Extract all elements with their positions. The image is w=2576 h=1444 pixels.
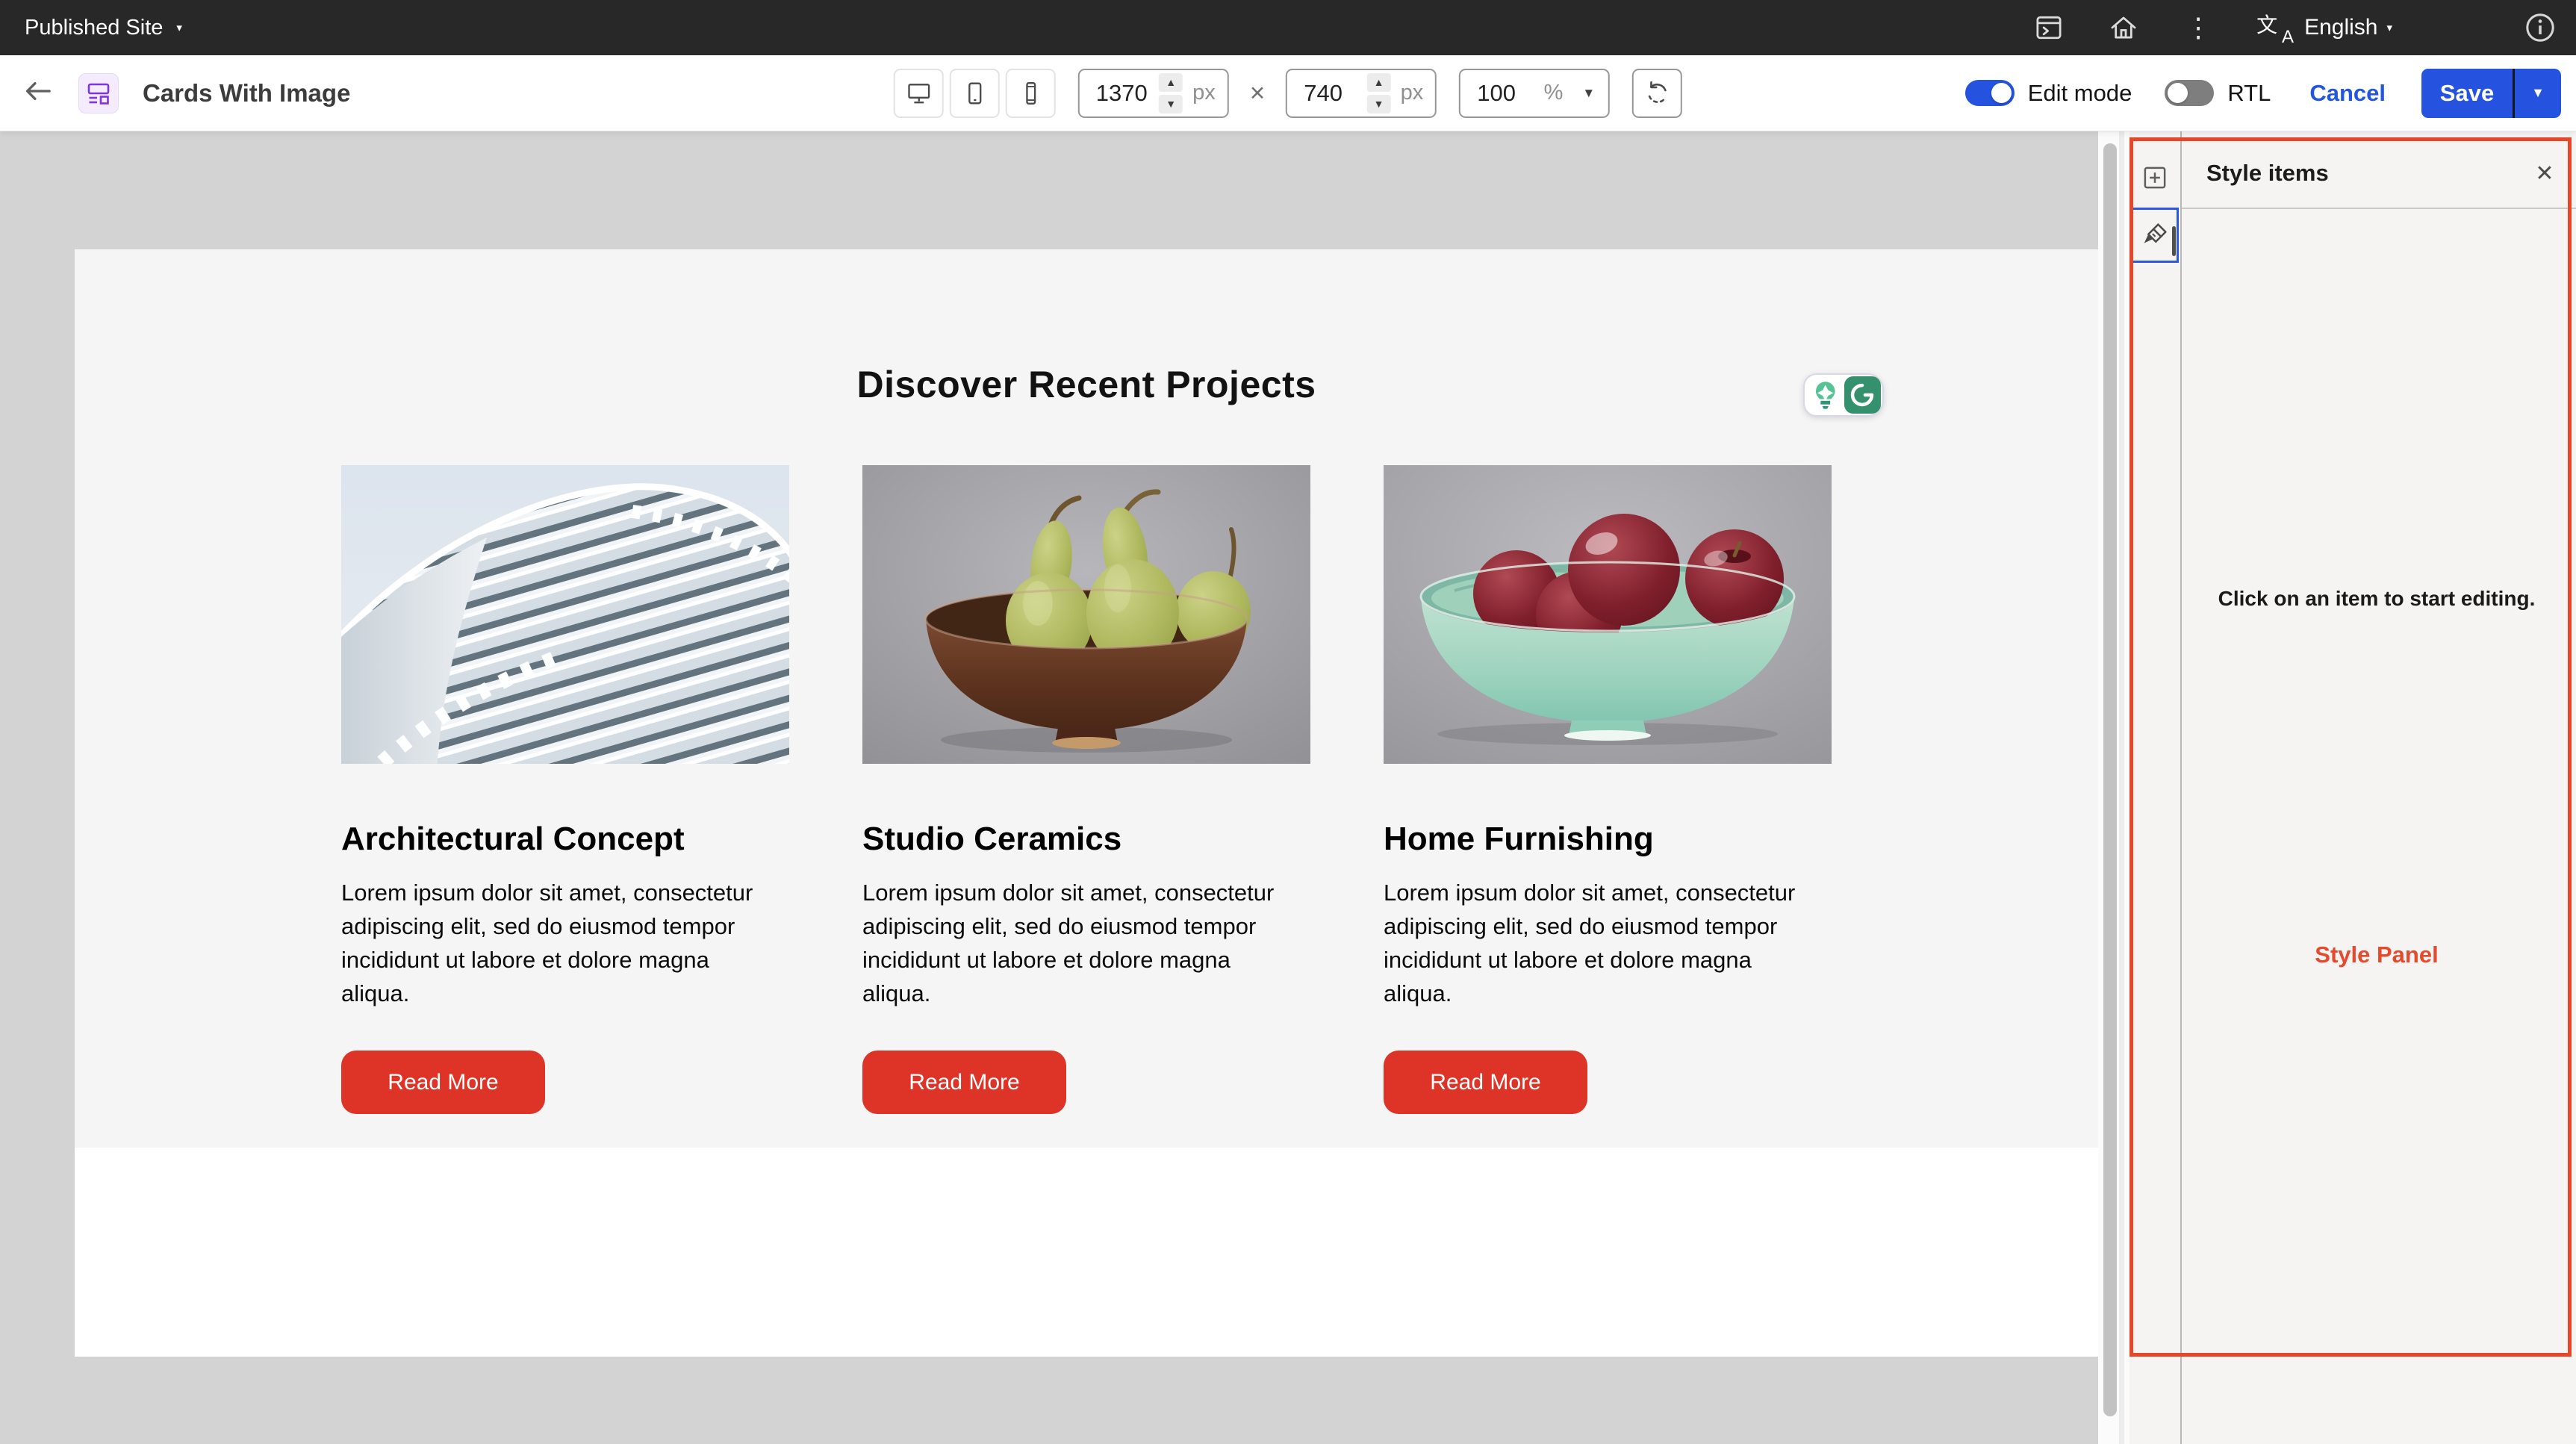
chevron-down-icon: ▾ bbox=[176, 21, 182, 34]
cards-row: Architectural Concept Lorem ipsum dolor … bbox=[75, 465, 2098, 1114]
save-button[interactable]: Save bbox=[2421, 69, 2513, 118]
editor-toolbar: Cards With Image bbox=[0, 55, 2576, 131]
more-options-button[interactable]: ⋮ bbox=[2182, 11, 2215, 44]
zoom-unit-label: % bbox=[1544, 81, 1564, 105]
card-body[interactable]: Lorem ipsum dolor sit amet, consectetur … bbox=[341, 876, 776, 1010]
cancel-button[interactable]: Cancel bbox=[2309, 80, 2386, 107]
mobile-icon bbox=[1018, 81, 1043, 106]
preview-window-button[interactable] bbox=[2032, 11, 2065, 44]
chevron-down-icon: ▾ bbox=[2386, 21, 2392, 34]
tablet-icon bbox=[962, 81, 987, 106]
save-options-button[interactable]: ▼ bbox=[2515, 69, 2561, 118]
widget-type-badge bbox=[78, 73, 119, 113]
height-stepper: ▲ ▼ bbox=[1367, 73, 1391, 113]
dimensions-separator: × bbox=[1250, 78, 1265, 108]
toggle-knob bbox=[2168, 83, 2188, 103]
chevron-down-icon: ▼ bbox=[1582, 86, 1595, 101]
style-panel: Style items ✕ Click on an item to start … bbox=[2129, 131, 2576, 1444]
width-step-up-button[interactable]: ▲ bbox=[1159, 73, 1183, 92]
height-step-up-button[interactable]: ▲ bbox=[1367, 73, 1391, 92]
home-icon bbox=[2107, 10, 2140, 45]
read-more-button[interactable]: Read More bbox=[1384, 1051, 1587, 1114]
close-panel-button[interactable]: ✕ bbox=[2531, 160, 2558, 187]
suggestion-bulb-icon bbox=[1808, 378, 1843, 412]
style-panel-highlight-border bbox=[2129, 137, 2572, 1357]
grammarly-widget[interactable] bbox=[1803, 373, 1884, 417]
page-title: Cards With Image bbox=[143, 79, 350, 108]
section-heading[interactable]: Discover Recent Projects bbox=[75, 249, 2098, 406]
panel-title: Style items bbox=[2206, 160, 2329, 187]
cards-widget-icon bbox=[87, 81, 111, 105]
translate-icon: 文 A bbox=[2256, 10, 2295, 45]
language-selector[interactable]: 文 A English ▾ bbox=[2256, 10, 2392, 45]
kebab-menu-icon: ⋮ bbox=[2185, 14, 2212, 41]
browser-panel-icon bbox=[2032, 11, 2065, 44]
toggle-knob bbox=[1991, 83, 2012, 103]
card-body[interactable]: Lorem ipsum dolor sit amet, consectetur … bbox=[1384, 876, 1818, 1010]
add-square-icon bbox=[2140, 163, 2170, 193]
card-title[interactable]: Studio Ceramics bbox=[862, 821, 1310, 858]
rtl-label: RTL bbox=[2227, 80, 2271, 107]
card-body[interactable]: Lorem ipsum dolor sit amet, consectetur … bbox=[862, 876, 1297, 1010]
zoom-select[interactable]: 100 % ▼ bbox=[1459, 69, 1610, 118]
add-item-button[interactable] bbox=[2129, 150, 2180, 205]
card-title[interactable]: Home Furnishing bbox=[1384, 821, 1832, 858]
reset-size-button[interactable] bbox=[1632, 69, 1682, 118]
width-step-down-button[interactable]: ▼ bbox=[1159, 95, 1183, 113]
width-stepper: ▲ ▼ bbox=[1159, 73, 1183, 113]
width-unit-label: px bbox=[1192, 81, 1216, 105]
read-more-button[interactable]: Read More bbox=[862, 1051, 1066, 1114]
editor-canvas[interactable]: Discover Recent Projects bbox=[0, 131, 2098, 1444]
cards-section[interactable]: Discover Recent Projects bbox=[75, 249, 2098, 1148]
strip-scrollbar-thumb[interactable] bbox=[2172, 226, 2176, 256]
refresh-icon bbox=[1644, 80, 1671, 107]
top-bar: Published Site ▾ ⋮ 文 A English bbox=[0, 0, 2576, 55]
card-studio-ceramics[interactable]: Studio Ceramics Lorem ipsum dolor sit am… bbox=[862, 465, 1310, 1114]
canvas-scrollbar[interactable] bbox=[2098, 131, 2129, 1444]
rtl-toggle[interactable] bbox=[2165, 80, 2214, 106]
height-unit-label: px bbox=[1401, 81, 1424, 105]
zoom-value: 100 bbox=[1477, 80, 1543, 107]
back-arrow-icon bbox=[22, 75, 55, 108]
width-value[interactable]: 1370 bbox=[1096, 80, 1149, 107]
edit-mode-toggle[interactable] bbox=[1965, 80, 2015, 106]
card-architectural-concept[interactable]: Architectural Concept Lorem ipsum dolor … bbox=[341, 465, 789, 1114]
canvas-width-input[interactable]: 1370 ▲ ▼ px bbox=[1078, 69, 1229, 118]
published-site-label: Published Site bbox=[25, 16, 163, 40]
tablet-view-button[interactable] bbox=[950, 69, 1000, 118]
panel-header-divider bbox=[2182, 208, 2576, 209]
chevron-down-icon: ▼ bbox=[2531, 85, 2545, 101]
info-button[interactable] bbox=[2524, 11, 2557, 44]
save-button-group: Save ▼ bbox=[2421, 69, 2561, 118]
device-switcher bbox=[894, 69, 1056, 118]
mobile-view-button[interactable] bbox=[1006, 69, 1056, 118]
close-icon: ✕ bbox=[2535, 161, 2554, 187]
card-home-furnishing[interactable]: Home Furnishing Lorem ipsum dolor sit am… bbox=[1384, 465, 1832, 1114]
home-button[interactable] bbox=[2107, 11, 2140, 44]
scrollbar-thumb[interactable] bbox=[2103, 143, 2117, 1416]
paintbrush-icon bbox=[2140, 220, 2170, 250]
published-site-menu[interactable]: Published Site ▾ bbox=[25, 16, 182, 40]
desktop-icon bbox=[906, 81, 931, 106]
panel-strip-divider bbox=[2180, 131, 2182, 1444]
info-icon bbox=[2524, 10, 2557, 45]
read-more-button[interactable]: Read More bbox=[341, 1051, 545, 1114]
language-label: English bbox=[2304, 15, 2377, 40]
scrollbar-track-edge bbox=[2119, 131, 2124, 1444]
site-preview-frame[interactable]: Discover Recent Projects bbox=[75, 249, 2098, 1357]
grammarly-g-icon bbox=[1844, 376, 1881, 414]
panel-hint-text: Click on an item to start editing. bbox=[2182, 587, 2572, 611]
height-value[interactable]: 740 bbox=[1304, 80, 1357, 107]
canvas-height-input[interactable]: 740 ▲ ▼ px bbox=[1286, 69, 1437, 118]
plums-bowl-image[interactable] bbox=[1384, 465, 1832, 764]
edit-mode-label: Edit mode bbox=[2028, 80, 2132, 107]
height-step-down-button[interactable]: ▼ bbox=[1367, 95, 1391, 113]
desktop-view-button[interactable] bbox=[894, 69, 944, 118]
style-panel-annotation-label: Style Panel bbox=[2182, 942, 2572, 968]
pears-bowl-image[interactable] bbox=[862, 465, 1310, 764]
card-title[interactable]: Architectural Concept bbox=[341, 821, 789, 858]
back-button[interactable] bbox=[22, 75, 55, 111]
modern-building-image[interactable] bbox=[341, 465, 789, 764]
